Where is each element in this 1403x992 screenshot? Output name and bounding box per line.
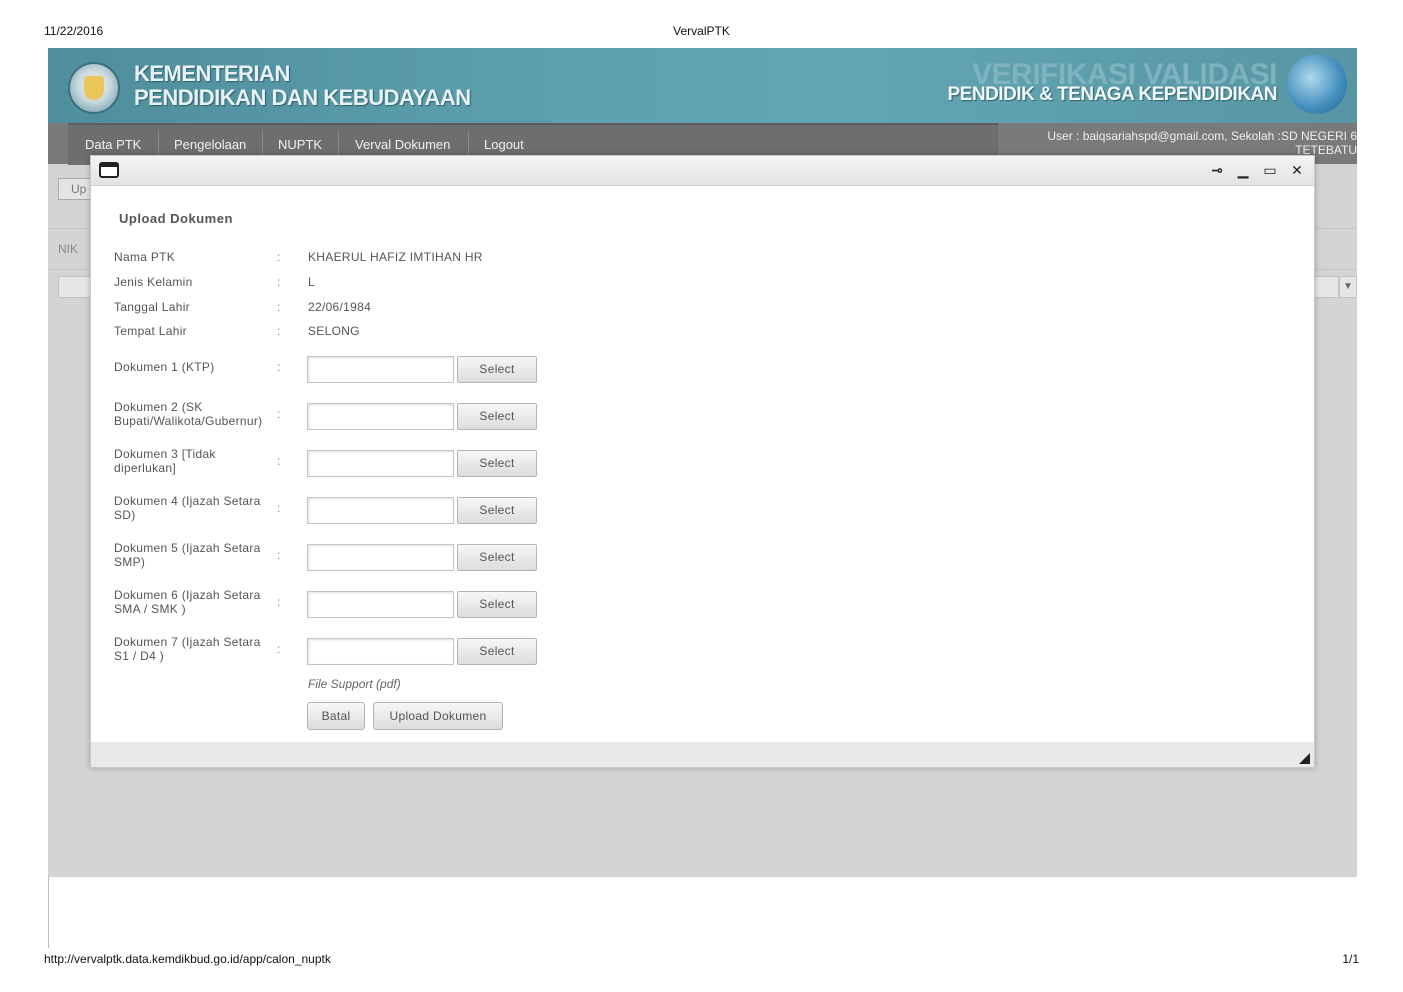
- system-subtitle: PENDIDIK & TENAGA KEPENDIDIKAN: [947, 84, 1278, 105]
- doc-label-1: Dokumen 1 (KTP): [114, 360, 215, 374]
- doc-file-input-4[interactable]: [307, 497, 454, 524]
- colon: :: [277, 454, 281, 468]
- field-label-tempat-lahir: Tempat Lahir: [114, 324, 187, 338]
- doc-select-button-6[interactable]: Select: [457, 591, 537, 618]
- doc-file-input-1[interactable]: [307, 356, 454, 383]
- dialog-titlebar[interactable]: ⊸ ▁ ▭ ✕: [91, 156, 1314, 186]
- doc-file-input-2[interactable]: [307, 403, 454, 430]
- doc-select-button-7[interactable]: Select: [457, 638, 537, 665]
- field-label-tanggal-lahir: Tanggal Lahir: [114, 300, 190, 314]
- colon: :: [277, 407, 281, 421]
- cancel-button[interactable]: Batal: [307, 702, 365, 730]
- colon: :: [277, 642, 281, 656]
- nav-item-pengelolaan[interactable]: Pengelolaan: [174, 137, 246, 152]
- doc-label-3: Dokumen 3 [Tidak diperlukan]: [114, 447, 216, 475]
- ministry-name-line1: KEMENTERIAN: [134, 61, 290, 86]
- doc-select-button-2[interactable]: Select: [457, 403, 537, 430]
- dialog-heading: Upload Dokumen: [119, 211, 233, 226]
- filter-funnel-icon: ▼: [1339, 276, 1357, 298]
- doc-label-5: Dokumen 5 (Ijazah Setara SMP): [114, 541, 261, 569]
- doc-select-button-1[interactable]: Select: [457, 356, 537, 383]
- doc-label-4: Dokumen 4 (Ijazah Setara SD): [114, 494, 261, 522]
- field-value-tanggal-lahir: 22/06/1984: [308, 300, 372, 314]
- doc-label-6: Dokumen 6 (Ijazah Setara SMA / SMK ): [114, 588, 261, 616]
- user-info-line1: User : baiqsariahspd@gmail.com, Sekolah …: [1047, 129, 1357, 143]
- doc-file-input-5[interactable]: [307, 544, 454, 571]
- app-header: KEMENTERIAN PENDIDIKAN DAN KEBUDAYAAN VE…: [48, 48, 1357, 123]
- close-icon[interactable]: ✕: [1288, 161, 1306, 179]
- doc-label-7: Dokumen 7 (Ijazah Setara S1 / D4 ): [114, 635, 261, 663]
- field-label-nama-ptk: Nama PTK: [114, 250, 176, 264]
- nav-item-nuptk[interactable]: NUPTK: [278, 137, 322, 152]
- doc-select-button-5[interactable]: Select: [457, 544, 537, 571]
- doc-select-button-4[interactable]: Select: [457, 497, 537, 524]
- colon: :: [277, 548, 281, 562]
- colon: :: [277, 501, 281, 515]
- doc-select-button-3[interactable]: Select: [457, 450, 537, 477]
- doc-file-input-3[interactable]: [307, 450, 454, 477]
- ministry-name: KEMENTERIAN PENDIDIKAN DAN KEBUDAYAAN: [134, 62, 471, 110]
- upload-button[interactable]: Upload Dokumen: [373, 702, 503, 730]
- colon: :: [277, 324, 281, 338]
- colon: :: [277, 595, 281, 609]
- doc-file-input-6[interactable]: [307, 591, 454, 618]
- colon: :: [277, 275, 281, 289]
- print-page-number: 1/1: [1342, 952, 1359, 966]
- nav-item-data-ptk[interactable]: Data PTK: [85, 137, 141, 152]
- doc-label-2: Dokumen 2 (SK Bupati/Walikota/Gubernur): [114, 400, 263, 428]
- minimize-icon[interactable]: ▁: [1234, 161, 1252, 179]
- background-column-nik: NIK: [58, 242, 79, 256]
- pin-icon[interactable]: ⊸: [1208, 161, 1226, 179]
- resize-grip-icon[interactable]: [1299, 753, 1310, 764]
- dialog-footer: [91, 742, 1314, 767]
- ministry-logo: [68, 62, 120, 114]
- maximize-icon[interactable]: ▭: [1261, 161, 1279, 179]
- field-value-tempat-lahir: SELONG: [308, 324, 360, 338]
- user-info: User : baiqsariahspd@gmail.com, Sekolah …: [1021, 129, 1357, 157]
- colon: :: [277, 250, 281, 264]
- colon: :: [277, 300, 281, 314]
- upload-dialog: ⊸ ▁ ▭ ✕ Upload Dokumen Nama PTK : KHAERU…: [90, 155, 1315, 768]
- page-margin-rule: [48, 876, 49, 948]
- field-label-jenis-kelamin: Jenis Kelamin: [114, 275, 193, 289]
- ministry-name-line2: PENDIDIKAN DAN KEBUDAYAAN: [134, 85, 471, 110]
- print-title: VervalPTK: [673, 24, 730, 38]
- doc-file-input-7[interactable]: [307, 638, 454, 665]
- field-value-nama-ptk: KHAERUL HAFIZ IMTIHAN HR: [308, 250, 483, 264]
- field-value-jenis-kelamin: L: [308, 275, 315, 289]
- window-icon: [99, 162, 119, 178]
- file-support-note: File Support (pdf): [308, 677, 401, 691]
- nav-item-verval-dokumen[interactable]: Verval Dokumen: [355, 137, 450, 152]
- colon: :: [277, 360, 281, 374]
- globe-logo-icon: [1287, 54, 1347, 114]
- nav-item-logout[interactable]: Logout: [484, 137, 524, 152]
- print-url: http://vervalptk.data.kemdikbud.go.id/ap…: [44, 952, 331, 966]
